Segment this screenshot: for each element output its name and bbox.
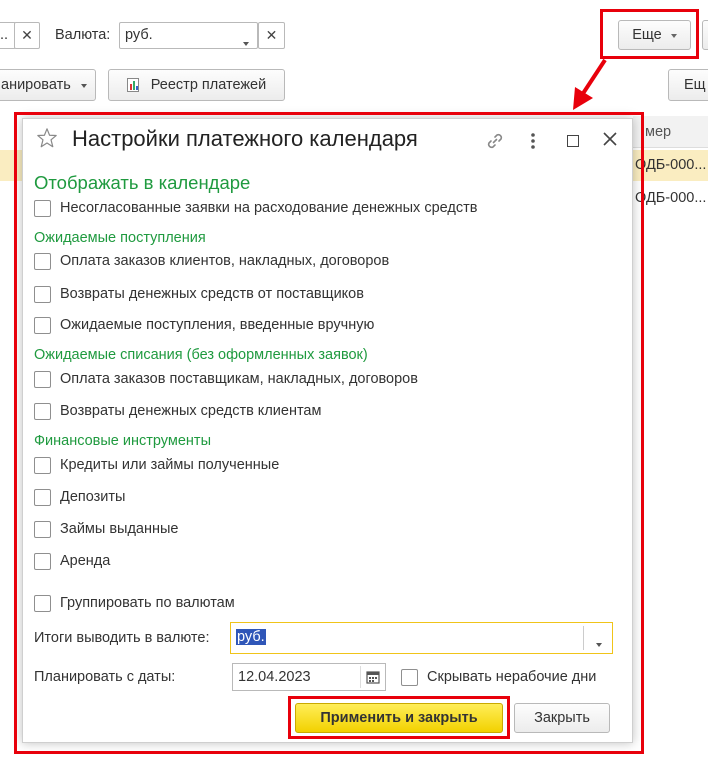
currency-label: Валюта: — [55, 27, 111, 43]
table-row[interactable]: ОДБ-000... — [633, 150, 708, 181]
pointer-arrow — [573, 58, 607, 110]
currency-field-value: руб. — [125, 27, 153, 43]
plan-button[interactable]: анировать — [0, 69, 96, 101]
more-button-2-label: Ещ — [684, 77, 706, 93]
more-button-2[interactable]: Ещ — [668, 69, 708, 101]
edge-button-top[interactable] — [702, 20, 708, 50]
registry-button[interactable]: Реестр платежей — [108, 69, 285, 101]
dialog-highlight-frame — [14, 112, 644, 754]
report-icon — [126, 78, 139, 92]
table-cell: ОДБ-000... — [635, 157, 707, 173]
table-header-row: мер — [633, 116, 708, 148]
currency-field[interactable]: руб. — [119, 22, 258, 49]
left-field-text: ... — [0, 27, 9, 43]
close-icon: ✕ — [21, 27, 33, 43]
table-row[interactable]: ОДБ-000... — [633, 183, 708, 214]
close-icon: ✕ — [265, 27, 278, 43]
table-cell: ОДБ-000... — [635, 190, 707, 206]
more-button-label: Еще — [632, 27, 662, 43]
currency-clear-button[interactable]: ✕ — [258, 22, 285, 49]
chevron-down-icon[interactable] — [243, 34, 249, 50]
chevron-down-icon — [80, 76, 87, 92]
column-header[interactable]: мер — [645, 124, 671, 140]
chevron-down-icon — [670, 26, 677, 42]
more-button[interactable]: Еще — [618, 20, 691, 50]
plan-button-label: анировать — [1, 77, 71, 93]
registry-button-label: Реестр платежей — [150, 77, 267, 93]
left-field-clear-button[interactable]: ✕ — [14, 22, 40, 49]
